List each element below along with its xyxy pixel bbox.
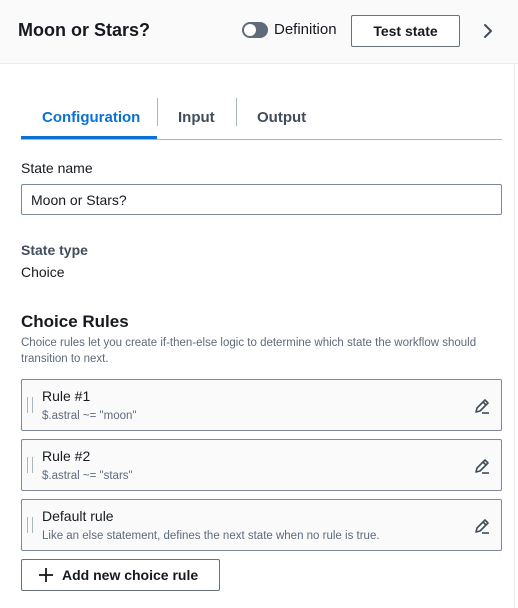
tab-divider: [157, 98, 158, 126]
edit-pencil-icon[interactable]: [473, 397, 491, 415]
default-rule[interactable]: Default rule Like an else statement, def…: [21, 499, 502, 551]
choice-rule-1[interactable]: Rule #1 $.astral ~= "moon": [21, 379, 502, 431]
edit-pencil-icon[interactable]: [473, 457, 491, 475]
rule-condition: Like an else statement, defines the next…: [42, 530, 380, 542]
drag-handle-icon[interactable]: [27, 457, 33, 473]
add-choice-rule-button[interactable]: Add new choice rule: [21, 559, 220, 591]
add-choice-rule-label: Add new choice rule: [62, 567, 199, 583]
tab-output[interactable]: Output: [257, 96, 306, 139]
plus-icon: [39, 568, 53, 582]
panel-header: Moon or Stars? Definition Test state: [0, 0, 518, 64]
drag-handle-icon[interactable]: [27, 397, 33, 413]
rule-condition: $.astral ~= "stars": [42, 470, 133, 482]
edit-pencil-icon[interactable]: [473, 517, 491, 535]
tab-bar: Configuration Input Output: [21, 96, 502, 140]
state-title: Moon or Stars?: [18, 20, 151, 40]
rule-title: Rule #1: [42, 388, 91, 404]
state-type-value: Choice: [21, 264, 65, 280]
choice-rules-heading: Choice Rules: [21, 312, 129, 331]
chevron-right-icon[interactable]: [478, 21, 498, 41]
choice-rules-description: Choice rules let you create if-then-else…: [21, 337, 477, 365]
state-name-input[interactable]: [21, 184, 502, 215]
test-state-button[interactable]: Test state: [351, 15, 460, 47]
definition-toggle-label: Definition: [274, 21, 337, 38]
tab-divider: [236, 98, 237, 126]
toggle-knob: [244, 24, 256, 36]
tab-configuration[interactable]: Configuration: [42, 96, 140, 139]
state-name-label: State name: [21, 160, 93, 176]
definition-toggle[interactable]: [242, 22, 268, 38]
drag-handle-icon[interactable]: [27, 517, 33, 533]
state-type-label: State type: [21, 242, 88, 258]
tab-input[interactable]: Input: [178, 96, 215, 139]
rule-title: Default rule: [42, 508, 114, 524]
active-tab-indicator: [21, 136, 157, 139]
rule-condition: $.astral ~= "moon": [42, 410, 137, 422]
panel-edge: [514, 64, 515, 608]
rule-title: Rule #2: [42, 448, 91, 464]
choice-rule-2[interactable]: Rule #2 $.astral ~= "stars": [21, 439, 502, 491]
